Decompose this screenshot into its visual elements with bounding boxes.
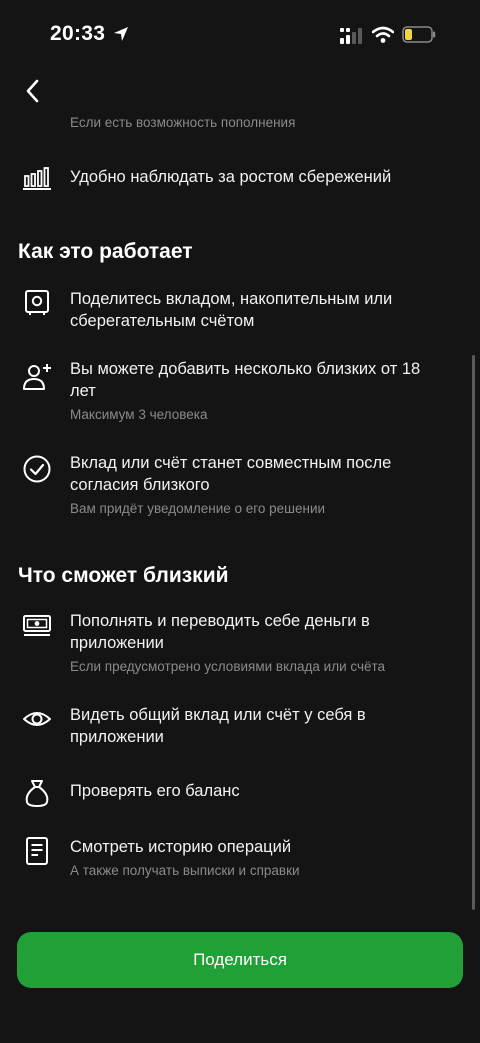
content-scroll[interactable]: Если есть возможность пополнения Удобно … — [0, 110, 480, 920]
section-title-what-can: Что сможет близкий — [18, 564, 229, 587]
wifi-icon — [372, 26, 394, 43]
status-time: 20:33 — [50, 22, 106, 45]
chart-bars-icon — [22, 164, 52, 194]
chevron-left-icon — [26, 79, 39, 103]
location-arrow-icon — [114, 27, 128, 41]
item-title: Смотреть историю операций — [70, 838, 292, 856]
money-bag-icon — [22, 778, 52, 808]
scrollbar[interactable] — [472, 355, 475, 910]
item-subtitle: Вам придёт уведомление о его решении — [70, 501, 326, 516]
check-circle-icon — [22, 454, 52, 484]
status-bar: 20:33 — [0, 0, 480, 70]
item-title: Видеть общий вклад или счёт у себя в при… — [70, 706, 366, 746]
item-title: Вы можете добавить несколько близких от … — [70, 360, 421, 400]
back-button[interactable] — [18, 76, 48, 106]
item-subtitle: А также получать выписки и справки — [70, 863, 300, 878]
cellular-signal-icon — [340, 28, 362, 44]
banknote-icon — [22, 610, 52, 640]
document-icon — [22, 836, 52, 866]
item-title: Поделитесь вкладом, накопительным или сб… — [70, 290, 393, 330]
section-title-how-it-works: Как это работает — [18, 240, 193, 263]
safe-icon — [22, 288, 52, 318]
item-subtitle: Если есть возможность пополнения — [70, 115, 296, 130]
item-subtitle: Максимум 3 человека — [70, 407, 208, 422]
item-title: Удобно наблюдать за ростом сбережений — [70, 168, 392, 186]
item-subtitle: Если предусмотрено условиями вклада или … — [70, 659, 386, 674]
eye-icon — [22, 704, 52, 734]
item-title: Вклад или счёт станет совместным после с… — [70, 454, 392, 494]
battery-icon — [402, 26, 436, 43]
share-button[interactable]: Поделиться — [17, 932, 463, 988]
item-title: Проверять его баланс — [70, 782, 240, 800]
item-title: Пополнять и переводить себе деньги в при… — [70, 612, 370, 652]
add-person-icon — [22, 362, 52, 392]
